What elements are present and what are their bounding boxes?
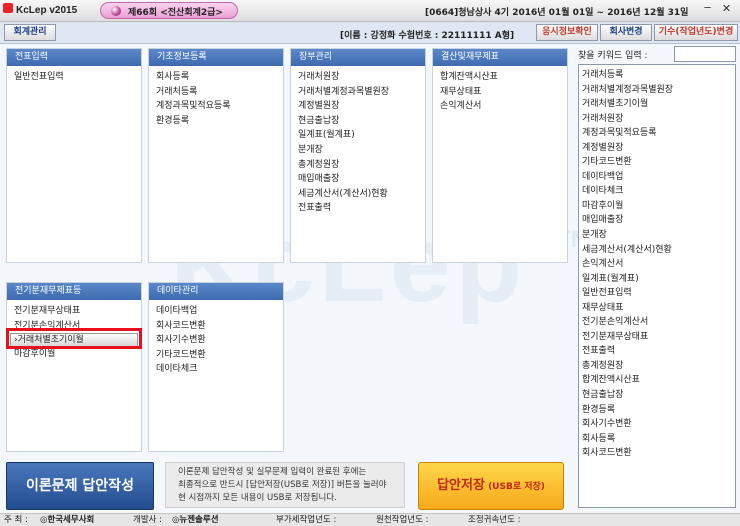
keyword-item[interactable]: 일계표(월계표) <box>582 272 735 287</box>
keyword-search-label: 찾을 키워드 입력 : <box>578 51 648 61</box>
keyword-item[interactable]: 회사기수변환 <box>582 417 735 432</box>
panel-title-data: 데이타관리 <box>149 283 283 300</box>
close-icon[interactable]: ✕ <box>720 3 733 16</box>
keyword-item[interactable]: 분개장 <box>582 228 735 243</box>
menu-ledger-item[interactable]: 현금출납장 <box>298 114 425 129</box>
user-info: [이름 : 강정화 수험번호 : 22111111 A형] <box>340 31 515 41</box>
save-answer-button[interactable]: 답안저장 (USB로 저장) <box>418 462 564 510</box>
selection-highlight <box>6 328 142 349</box>
menu-ledger-item[interactable]: 거래처원장 <box>298 70 425 85</box>
menu-ledger-item[interactable]: 일계표(월계표) <box>298 128 425 143</box>
menu-prior-balance-sheet[interactable]: 전기분재무상태표 <box>14 304 141 319</box>
menu-client-registration[interactable]: 거래처등록 <box>156 85 283 100</box>
keyword-item[interactable]: 손익계산서 <box>582 257 735 272</box>
panel-voucher-entry: 전표입력 일반전표입력 <box>6 48 142 263</box>
developer-value: ◎뉴젠솔루션 <box>172 515 219 525</box>
menu-general-voucher[interactable]: 일반전표입력 <box>14 70 141 85</box>
notice-line: 최종적으로 반드시 [답안저장(USB로 저장)] 버튼을 눌러야 <box>178 480 387 490</box>
keyword-item[interactable]: 계정별원장 <box>582 141 735 156</box>
menu-ledger-item[interactable]: 세금계산서(계산서)현황 <box>298 187 425 202</box>
keyword-item[interactable]: 전기분재무상태표 <box>582 330 735 345</box>
menu-ledger-item[interactable]: 계정별원장 <box>298 99 425 114</box>
keyword-item[interactable]: 전기분손익계산서 <box>582 315 735 330</box>
keyword-item[interactable]: 세금계산서(계산서)현황 <box>582 243 735 258</box>
keyword-list[interactable]: 거래처등록 거래처별계정과목별원장 거래처별초기이월 거래처원장 계정과목및적요… <box>578 64 736 508</box>
panel-title-prior: 전기분재무제표등 <box>7 283 141 300</box>
keyword-item[interactable]: 데이타체크 <box>582 184 735 199</box>
save-button-sublabel: (USB로 저장) <box>488 482 545 492</box>
save-notice: 이론문제 답안작성 및 실무문제 입력이 완료된 후에는 최종적으로 반드시 [… <box>165 462 405 508</box>
menu-ledger-item[interactable]: 거래처별계정과목별원장 <box>298 85 425 100</box>
menu-company-code-convert[interactable]: 회사코드변환 <box>156 319 283 334</box>
keyword-item[interactable]: 마감후이월 <box>582 199 735 214</box>
panel-ledger-mgmt: 장부관리 거래처원장 거래처별계정과목별원장 계정별원장 현금출납장 일계표(월… <box>290 48 426 263</box>
keyword-item[interactable]: 데이타백업 <box>582 170 735 185</box>
panel-data-mgmt: 데이타관리 데이타백업 회사코드변환 회사기수변환 기타코드변환 데이타체크 <box>148 282 284 452</box>
menu-ledger-item[interactable]: 분개장 <box>298 143 425 158</box>
host-value: ◎한국세무사회 <box>40 515 95 525</box>
minimize-icon[interactable]: ─ <box>701 3 714 16</box>
keyword-search-input[interactable] <box>674 46 736 62</box>
keyword-item[interactable]: 총계정원장 <box>582 359 735 374</box>
company-info: [0664]청남상사 4기 2016년 01월 01일 ~ 2016년 12월 … <box>425 8 689 18</box>
keyword-item[interactable]: 회사코드변환 <box>582 446 735 461</box>
menu-ledger-item[interactable]: 전표출력 <box>298 201 425 216</box>
menu-post-closing-carryover[interactable]: 마감후이월 <box>14 347 141 362</box>
theory-answer-button[interactable]: 이론문제 답안작성 <box>6 462 154 510</box>
keyword-item[interactable]: 기타코드변환 <box>582 155 735 170</box>
keyword-item[interactable]: 재무상태표 <box>582 301 735 316</box>
panel-title-voucher: 전표입력 <box>7 49 141 66</box>
keyword-item[interactable]: 현금출납장 <box>582 388 735 403</box>
host-label: 주 최 : <box>4 515 28 525</box>
menu-environment-registration[interactable]: 환경등록 <box>156 114 283 129</box>
notice-line: 현 시점까지 모든 내용이 USB로 저장됩니다. <box>178 493 337 503</box>
title-bar: KcLep v2015 제66회 <전산회계2급> [0664]청남상사 4기 … <box>0 0 740 22</box>
accounting-mgmt-button[interactable]: 회계관리 <box>4 24 56 41</box>
applicant-info-button[interactable]: 응시정보확인 <box>536 24 598 41</box>
menu-balance-sheet[interactable]: 재무상태표 <box>440 85 567 100</box>
change-period-button[interactable]: 기수(작업년도)변경 <box>654 24 738 41</box>
top-toolbar: 회계관리 [이름 : 강정화 수험번호 : 22111111 A형] 응시정보확… <box>0 22 740 44</box>
menu-ledger-item[interactable]: 총계정원장 <box>298 158 425 173</box>
keyword-item[interactable]: 전표출력 <box>582 344 735 359</box>
status-bar: 주 최 : ◎한국세무사회 개발사 : ◎뉴젠솔루션 부가세작업년도 : 원천작… <box>0 513 740 526</box>
menu-other-code-convert[interactable]: 기타코드변환 <box>156 348 283 363</box>
exam-tab[interactable]: 제66회 <전산회계2급> <box>100 2 238 19</box>
keyword-item[interactable]: 거래처별초기이월 <box>582 97 735 112</box>
keyword-item[interactable]: 계정과목및적요등록 <box>582 126 735 141</box>
panel-prior-statements: 전기분재무제표등 전기분재무상태표 전기분손익계산서 ›거래처별초기이월 마감후… <box>6 282 142 452</box>
menu-data-backup[interactable]: 데이타백업 <box>156 304 283 319</box>
change-company-button[interactable]: 회사변경 <box>600 24 652 41</box>
menu-account-registration[interactable]: 계정과목및적요등록 <box>156 99 283 114</box>
notice-line: 이론문제 답안작성 및 실무문제 입력이 완료된 후에는 <box>178 467 367 477</box>
panel-title-closing: 결산및재무제표 <box>433 49 567 66</box>
developer-label: 개발사 : <box>133 515 163 525</box>
gem-icon <box>111 6 121 16</box>
vat-year-label: 부가세작업년도 : <box>276 515 337 525</box>
keyword-item[interactable]: 거래처별계정과목별원장 <box>582 83 735 98</box>
keyword-item[interactable]: 합계잔액시산표 <box>582 373 735 388</box>
panel-closing-statements: 결산및재무제표 합계잔액시산표 재무상태표 손익계산서 <box>432 48 568 263</box>
keyword-item[interactable]: 거래처등록 <box>582 68 735 83</box>
exam-tab-label: 제66회 <전산회계2급> <box>128 8 223 18</box>
menu-company-period-convert[interactable]: 회사기수변환 <box>156 333 283 348</box>
keyword-item[interactable]: 거래처원장 <box>582 112 735 127</box>
menu-income-statement[interactable]: 손익계산서 <box>440 99 567 114</box>
adjust-year-label: 조정귀속년도 : <box>468 515 521 525</box>
save-button-label: 답안저장 <box>437 478 485 493</box>
keyword-item[interactable]: 일반전표입력 <box>582 286 735 301</box>
keyword-item[interactable]: 환경등록 <box>582 403 735 418</box>
menu-trial-balance[interactable]: 합계잔액시산표 <box>440 70 567 85</box>
menu-data-check[interactable]: 데이타체크 <box>156 362 283 377</box>
panel-title-ledger: 장부관리 <box>291 49 425 66</box>
keyword-item[interactable]: 매입매출장 <box>582 213 735 228</box>
panel-basic-info: 기초정보등록 회사등록 거래처등록 계정과목및적요등록 환경등록 <box>148 48 284 263</box>
app-title: KcLep v2015 <box>16 5 78 16</box>
source-year-label: 원천작업년도 : <box>376 515 429 525</box>
menu-ledger-item[interactable]: 매입매출장 <box>298 172 425 187</box>
menu-company-registration[interactable]: 회사등록 <box>156 70 283 85</box>
panel-title-basic: 기초정보등록 <box>149 49 283 66</box>
keyword-item[interactable]: 회사등록 <box>582 432 735 447</box>
